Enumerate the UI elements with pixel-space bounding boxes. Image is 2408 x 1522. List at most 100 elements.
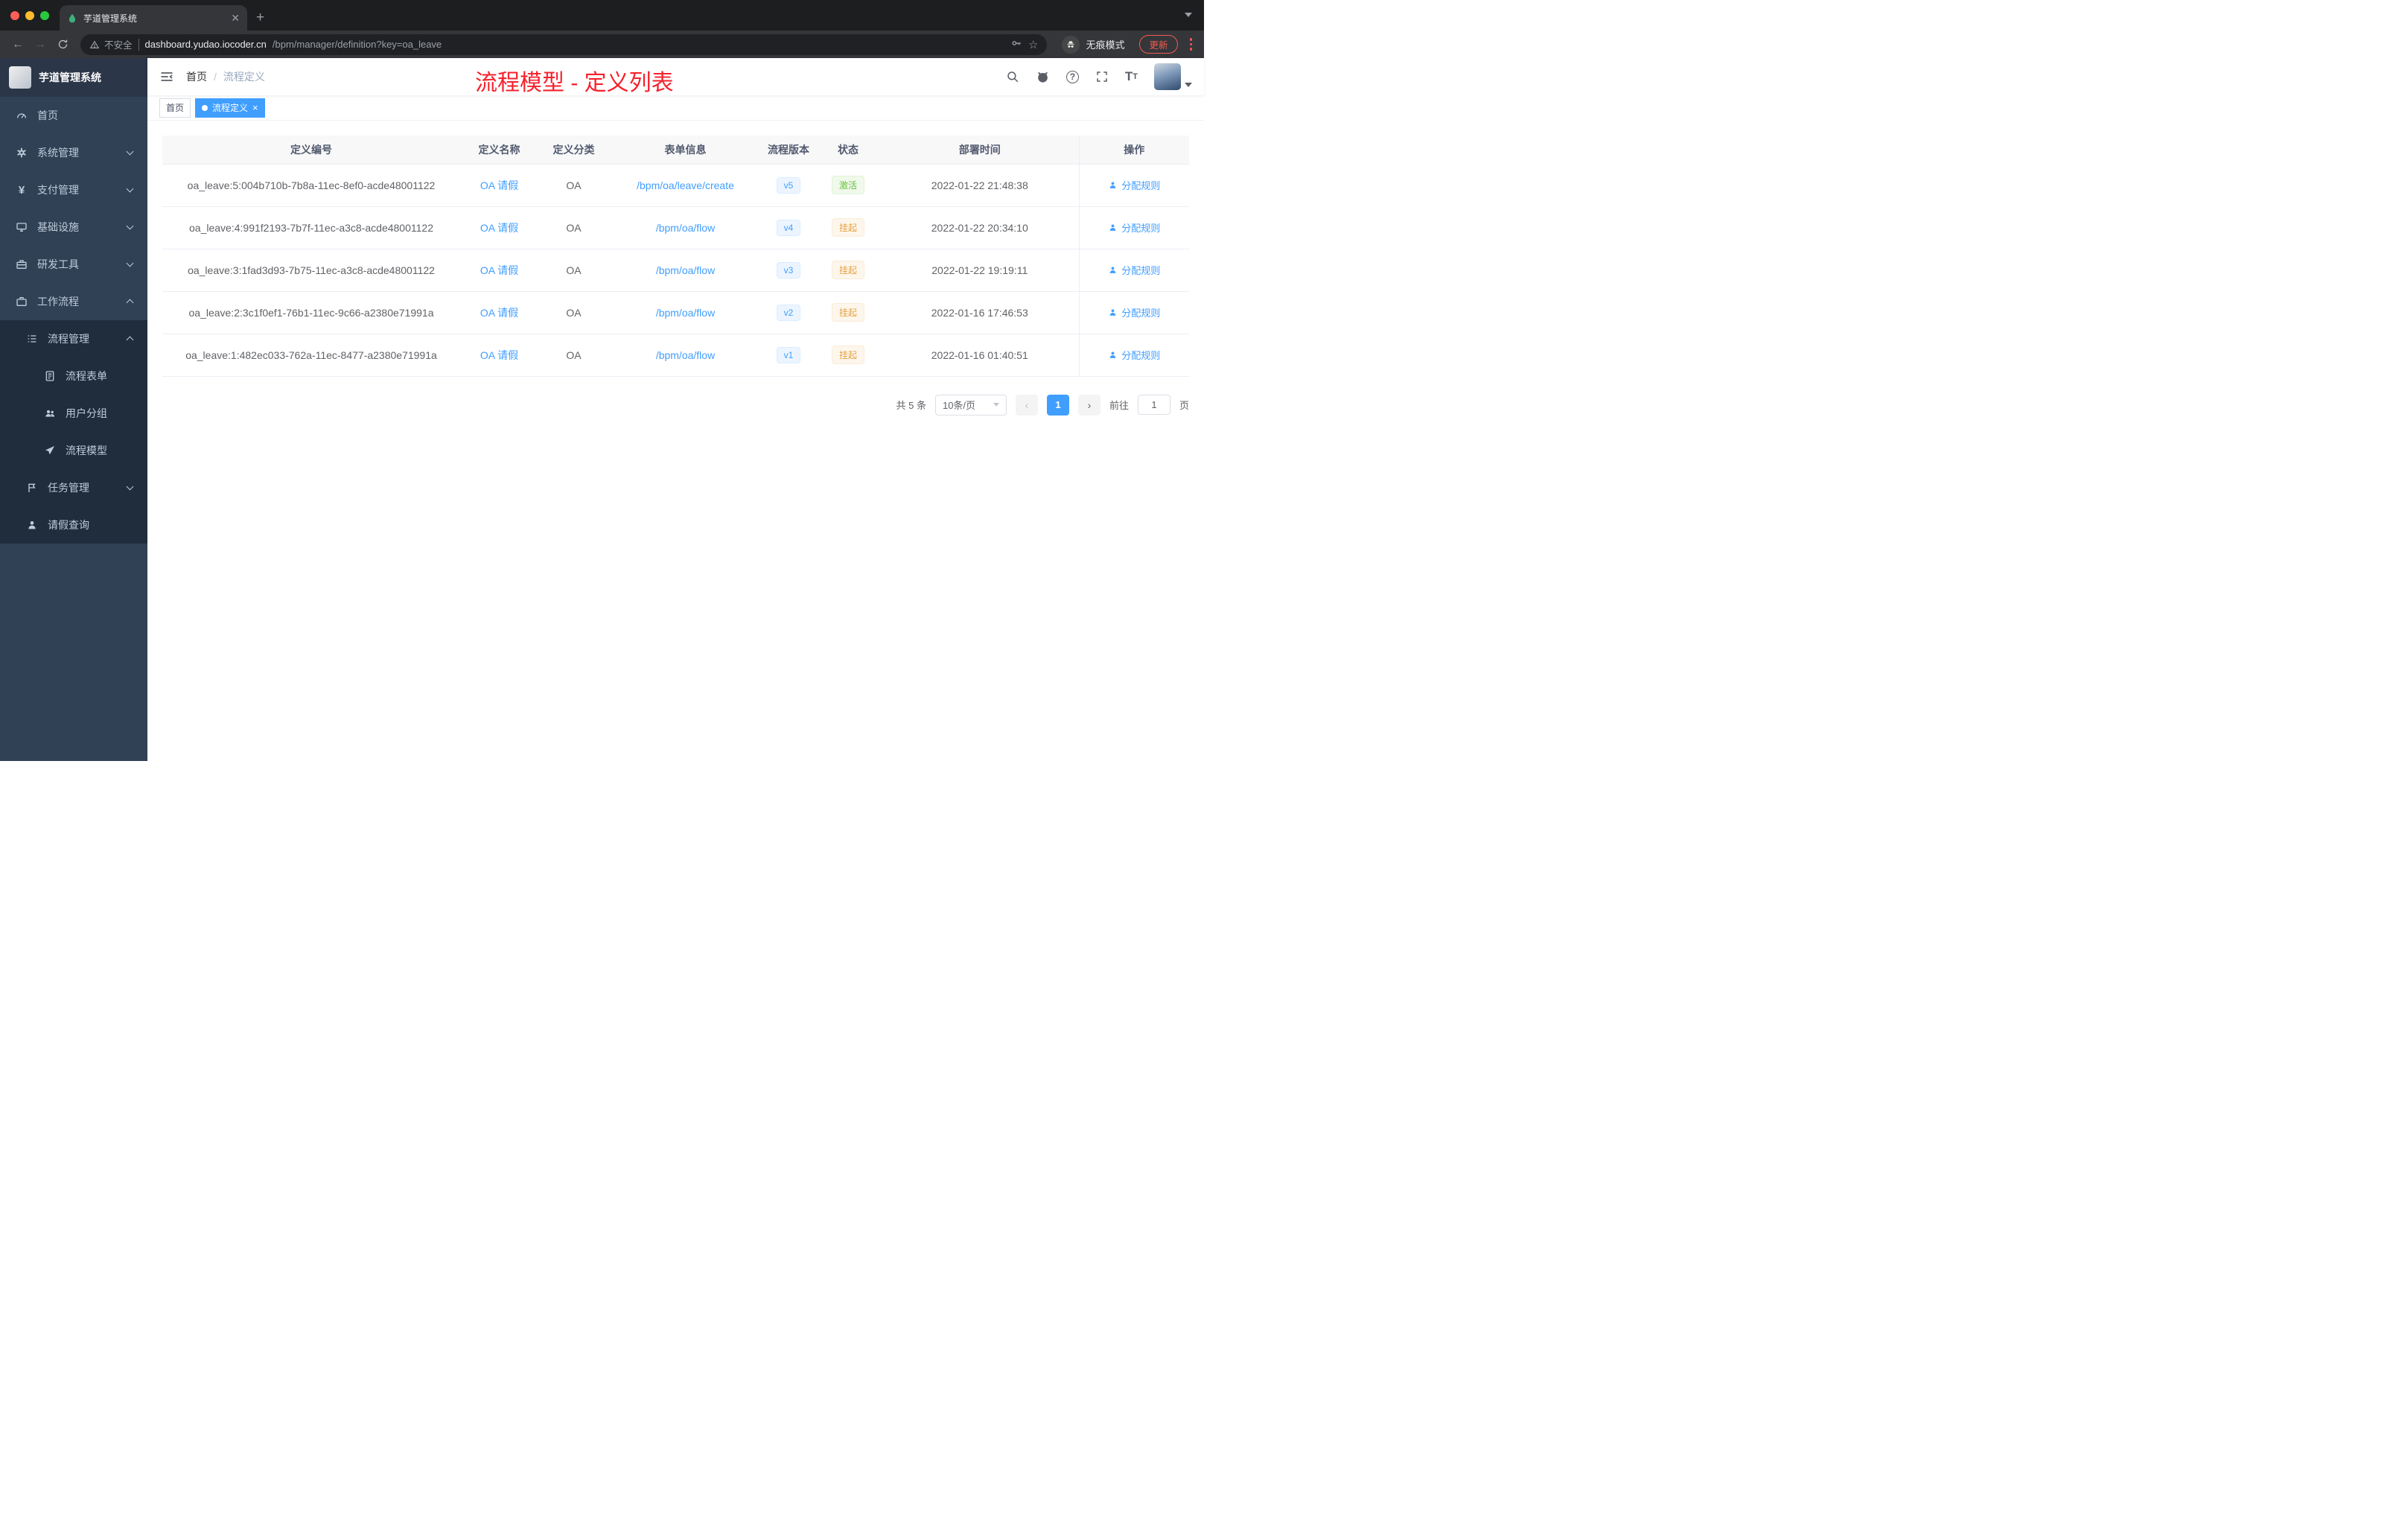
sidebar-item-process-form[interactable]: 流程表单 — [0, 357, 147, 395]
definition-name-link[interactable]: OA 请假 — [480, 264, 518, 276]
cell-category: OA — [538, 249, 609, 292]
reload-button[interactable] — [52, 38, 73, 51]
chevron-down-icon — [126, 483, 134, 491]
sidebar-item-task-mgmt[interactable]: 任务管理 — [0, 469, 147, 506]
tag-home[interactable]: 首页 — [159, 98, 191, 118]
sidebar-item-home[interactable]: 首页 — [0, 97, 147, 134]
address-bar[interactable]: 不安全 dashboard.yudao.iocoder.cn/bpm/manag… — [80, 34, 1048, 55]
page-size-select[interactable]: 10条/页 — [934, 394, 1007, 415]
tag-process-definition[interactable]: 流程定义 × — [195, 98, 265, 118]
bookmark-star-icon[interactable]: ☆ — [1028, 38, 1038, 51]
form-link[interactable]: /bpm/oa/flow — [656, 307, 715, 319]
forward-button[interactable]: → — [30, 38, 51, 51]
text-size-icon[interactable]: TT — [1125, 69, 1138, 84]
assign-rule-button[interactable]: 分配规则 — [1108, 305, 1160, 319]
prev-page-button[interactable]: ‹ — [1015, 394, 1038, 415]
new-tab-button[interactable]: + — [256, 10, 264, 26]
breadcrumb-home[interactable]: 首页 — [186, 69, 207, 84]
sidebar-item-leave-query[interactable]: 请假查询 — [0, 506, 147, 544]
cell-category: OA — [538, 291, 609, 334]
version-tag: v3 — [776, 261, 801, 278]
minimize-window-button[interactable] — [25, 10, 34, 20]
password-key-icon[interactable] — [1010, 37, 1022, 52]
cell-id: oa_leave:2:3c1f0ef1-76b1-11ec-9c66-a2380… — [162, 291, 460, 334]
help-icon[interactable]: ? — [1066, 70, 1079, 83]
flag-icon — [25, 481, 39, 494]
definition-name-link[interactable]: OA 请假 — [480, 349, 518, 361]
tab-search-chevron-icon[interactable] — [1185, 13, 1192, 17]
assign-rule-button[interactable]: 分配规则 — [1108, 263, 1160, 277]
close-window-button[interactable] — [10, 10, 19, 20]
github-icon[interactable] — [1036, 70, 1050, 84]
tab-close-icon[interactable]: ✕ — [231, 12, 240, 25]
omnibox-divider — [138, 38, 139, 51]
security-chip[interactable]: 不安全 — [89, 37, 133, 51]
cell-category: OA — [538, 206, 609, 249]
cell-id: oa_leave:4:991f2193-7b7f-11ec-a3c8-acde4… — [162, 206, 460, 249]
url-host: dashboard.yudao.iocoder.cn — [144, 39, 267, 50]
col-id: 定义编号 — [162, 136, 460, 165]
chevron-down-icon — [126, 259, 134, 267]
person-icon — [25, 518, 39, 532]
paper-plane-icon — [43, 444, 57, 457]
cell-deploy-time: 2022-01-16 17:46:53 — [881, 291, 1079, 334]
definition-name-link[interactable]: OA 请假 — [480, 222, 518, 234]
user-menu[interactable] — [1154, 63, 1192, 90]
person-icon — [1109, 309, 1116, 316]
browser-tab[interactable]: 芋道管理系统 ✕ — [60, 5, 247, 31]
briefcase-icon — [15, 295, 28, 308]
toolbox-icon — [15, 258, 28, 271]
sidebar-menu: 首页 系统管理 ¥ 支付管理 基础设施 研发工具 工作流程 流程管理 流程表单 … — [0, 97, 147, 761]
back-button[interactable]: ← — [7, 38, 28, 51]
cell-id: oa_leave:5:004b710b-7b8a-11ec-8ef0-acde4… — [162, 164, 460, 207]
browser-menu-icon[interactable] — [1185, 38, 1197, 51]
chevron-down-icon — [126, 147, 134, 156]
breadcrumb-separator: / — [214, 71, 217, 83]
tag-close-icon[interactable]: × — [252, 103, 258, 112]
monitor-icon — [15, 220, 28, 234]
gear-icon — [15, 146, 28, 159]
cell-deploy-time: 2022-01-22 20:34:10 — [881, 206, 1079, 249]
version-tag: v1 — [776, 346, 801, 363]
sidebar-item-payment[interactable]: ¥ 支付管理 — [0, 171, 147, 208]
fullscreen-icon[interactable] — [1095, 70, 1109, 83]
sidebar-item-process-mgmt[interactable]: 流程管理 — [0, 320, 147, 357]
form-link[interactable]: /bpm/oa/flow — [656, 349, 715, 361]
users-icon — [43, 407, 57, 420]
maximize-window-button[interactable] — [40, 10, 49, 20]
definition-name-link[interactable]: OA 请假 — [480, 179, 518, 191]
sidebar-item-workflow[interactable]: 工作流程 — [0, 283, 147, 320]
assign-rule-button[interactable]: 分配规则 — [1108, 178, 1160, 192]
incognito-label: 无痕模式 — [1086, 39, 1125, 51]
search-icon[interactable] — [1006, 70, 1019, 83]
sidebar-item-process-model[interactable]: 流程模型 — [0, 432, 147, 469]
url-path: /bpm/manager/definition?key=oa_leave — [272, 39, 442, 50]
sidebar-item-infra[interactable]: 基础设施 — [0, 208, 147, 246]
chevron-down-icon — [993, 403, 999, 407]
goto-page-input[interactable] — [1137, 395, 1170, 415]
assign-rule-button[interactable]: 分配规则 — [1108, 348, 1160, 362]
col-form: 表单信息 — [609, 136, 762, 165]
update-button[interactable]: 更新 — [1139, 35, 1178, 54]
window-controls — [0, 0, 60, 31]
sidebar-item-devtools[interactable]: 研发工具 — [0, 246, 147, 283]
caret-down-icon — [1185, 83, 1192, 87]
form-link[interactable]: /bpm/oa/flow — [656, 222, 715, 234]
sidebar-item-user-group[interactable]: 用户分组 — [0, 395, 147, 432]
page-content: 定义编号 定义名称 定义分类 表单信息 流程版本 状态 部署时间 操作 oa_l… — [147, 121, 1204, 761]
favicon-icon — [67, 13, 77, 23]
definition-name-link[interactable]: OA 请假 — [480, 307, 518, 319]
sidebar-item-system[interactable]: 系统管理 — [0, 134, 147, 171]
form-link[interactable]: /bpm/oa/leave/create — [637, 179, 734, 191]
hamburger-icon[interactable] — [159, 69, 174, 84]
status-badge: 挂起 — [831, 218, 864, 237]
next-page-button[interactable]: › — [1077, 394, 1101, 415]
form-link[interactable]: /bpm/oa/flow — [656, 264, 715, 276]
page-number-button[interactable]: 1 — [1046, 394, 1069, 415]
cell-id: oa_leave:3:1fad3d93-7b75-11ec-a3c8-acde4… — [162, 249, 460, 292]
sidebar-logo[interactable]: 芋道管理系统 — [0, 58, 147, 97]
version-tag: v2 — [776, 304, 801, 321]
table-row: oa_leave:4:991f2193-7b7f-11ec-a3c8-acde4… — [162, 206, 1189, 249]
assign-rule-button[interactable]: 分配规则 — [1108, 220, 1160, 235]
browser-tab-strip: 芋道管理系统 ✕ + — [0, 0, 1204, 31]
